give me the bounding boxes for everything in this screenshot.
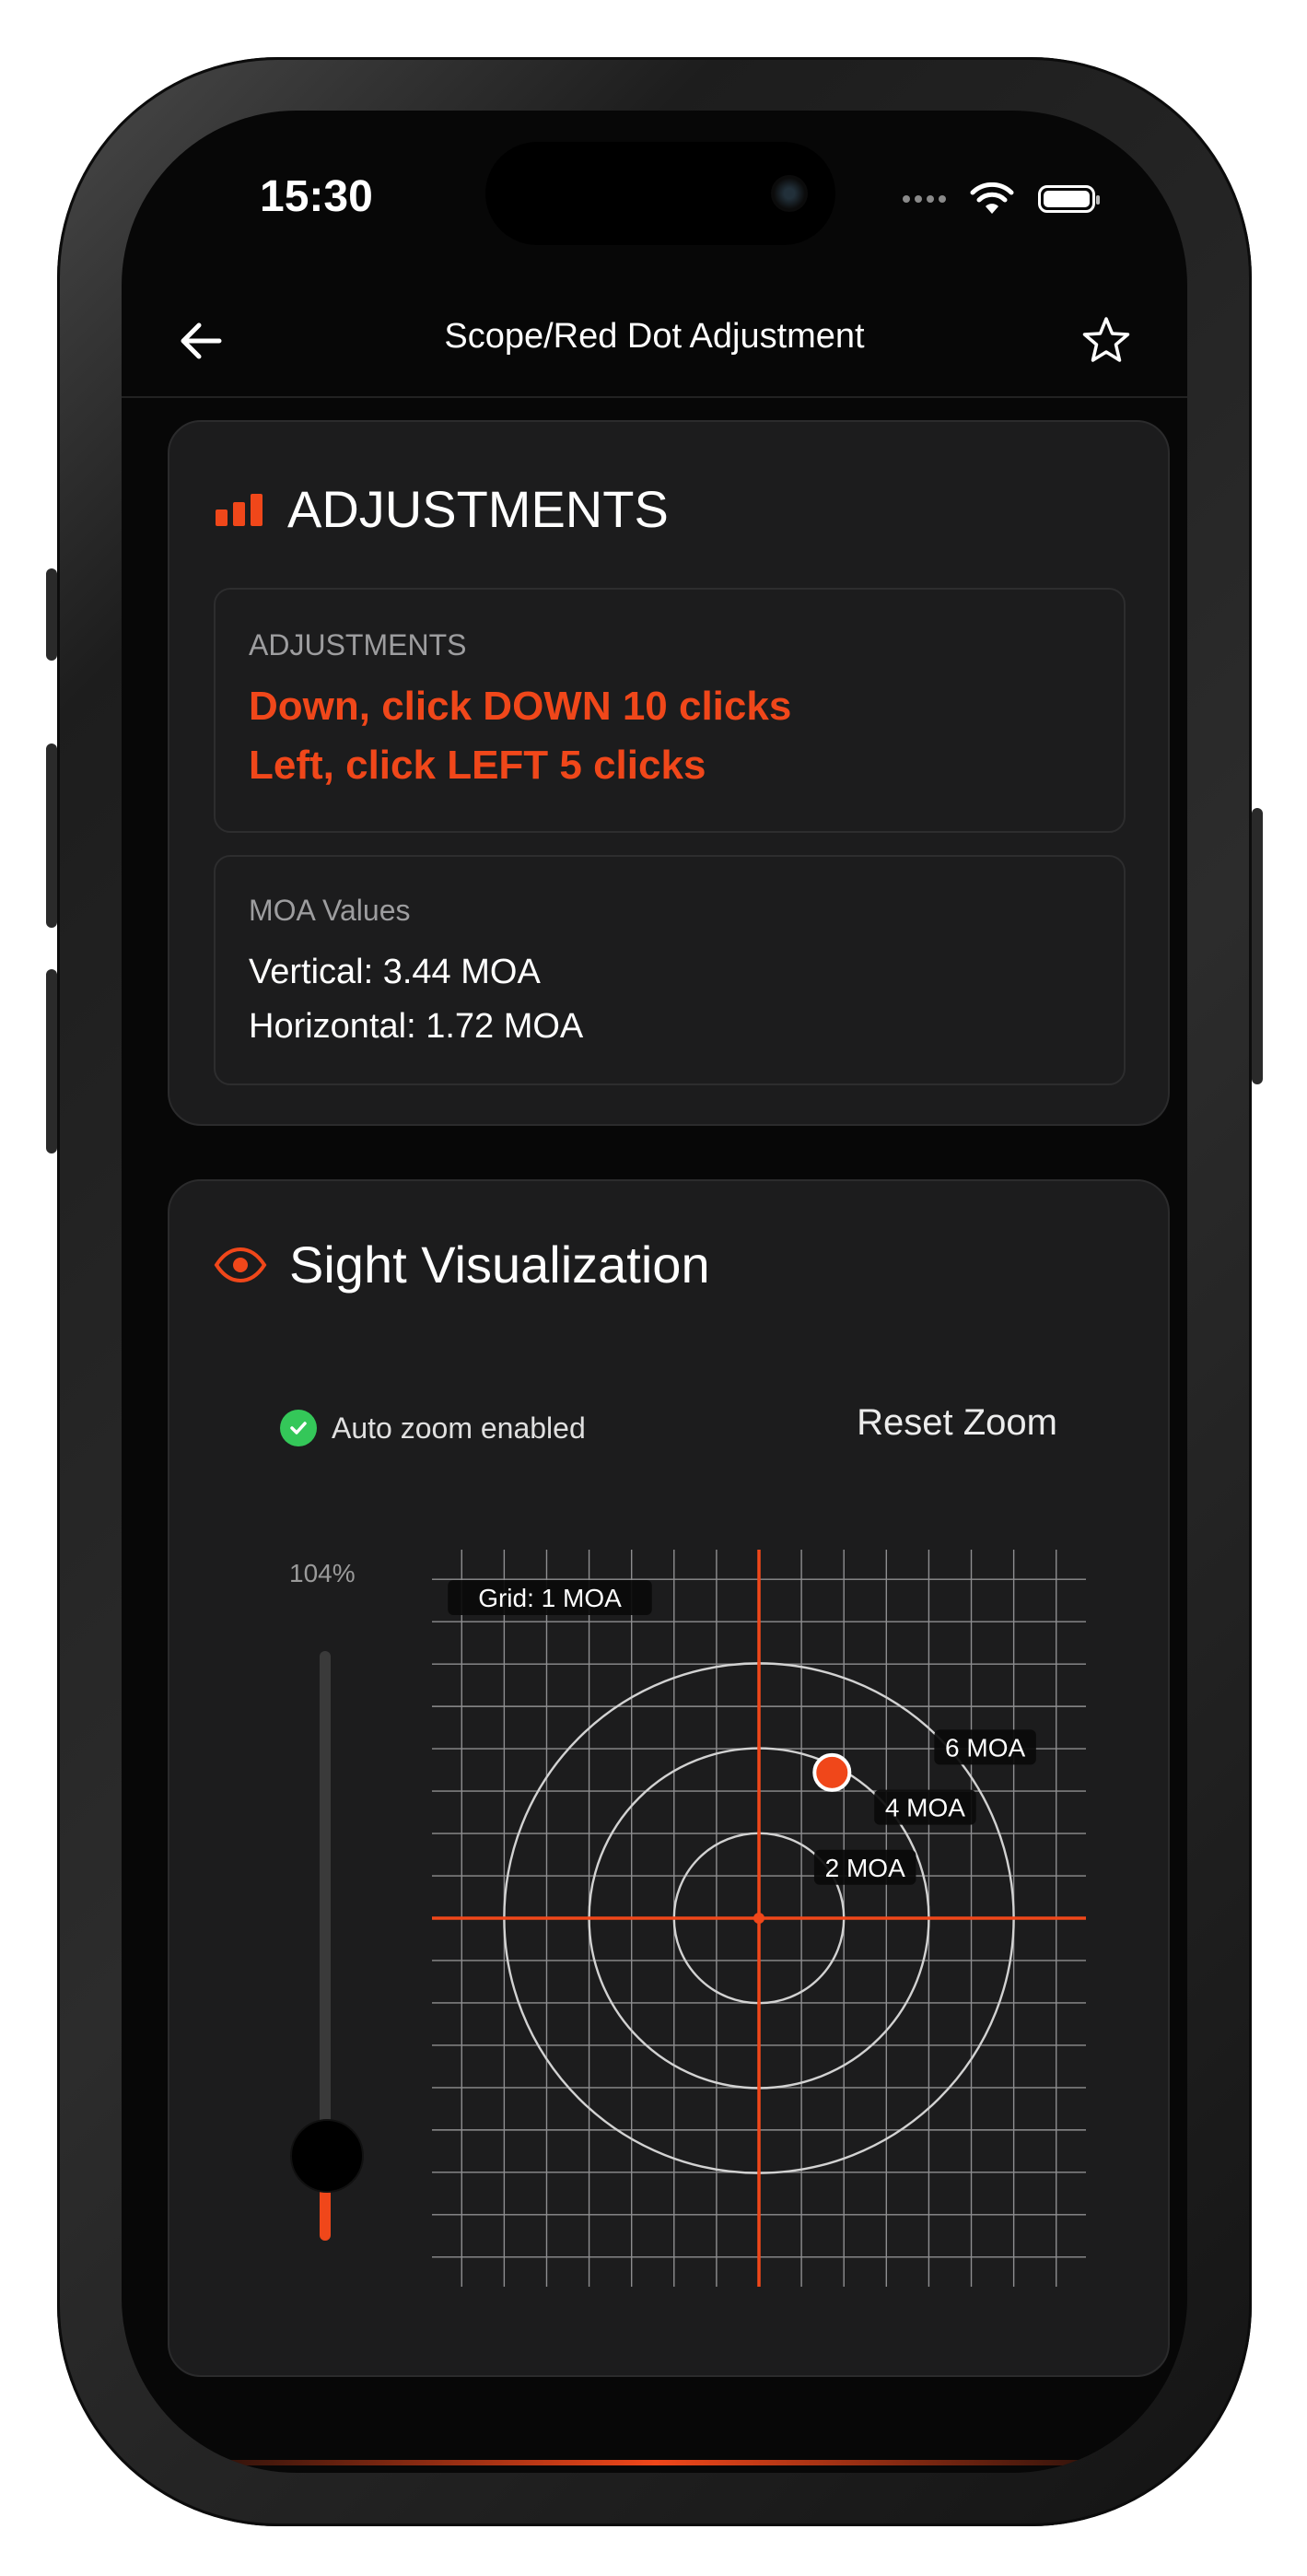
- zoom-percent-label: 104%: [289, 1559, 356, 1587]
- wifi-icon: [970, 182, 1014, 214]
- status-bar: 15:30: [122, 111, 1187, 295]
- impact-point-marker: [812, 1752, 852, 1792]
- eye-icon: [214, 1247, 267, 1282]
- status-icons: [903, 182, 1100, 216]
- reset-zoom-button[interactable]: Reset Zoom: [857, 1402, 1057, 1444]
- sight-title: Sight Visualization: [289, 1235, 710, 1294]
- grid-scale-label: Grid: 1 MOA: [478, 1584, 622, 1612]
- vertical-moa-text: Vertical: 3.44 MOA: [249, 953, 541, 991]
- sight-header: Sight Visualization: [214, 1235, 710, 1294]
- camera-icon: [771, 175, 808, 212]
- horizontal-moa-text: Horizontal: 1.72 MOA: [249, 1007, 584, 1046]
- dynamic-island: [485, 142, 835, 245]
- adjustments-label: ADJUSTMENTS: [249, 628, 467, 662]
- auto-zoom-label: Auto zoom enabled: [332, 1411, 586, 1445]
- volume-up-button: [46, 744, 57, 928]
- phone-frame: 15:30 Scope/Red Dot Adjustment ADJUSTMEN…: [46, 57, 1263, 2526]
- star-icon[interactable]: [1079, 313, 1134, 369]
- vertical-adjustment-text: Down, click DOWN 10 clicks: [249, 684, 792, 729]
- sight-visualization-card: Sight Visualization Auto zoom enabled Re…: [168, 1179, 1170, 2377]
- crosshair-center: [753, 1913, 764, 1924]
- moa-values-box: MOA Values Vertical: 3.44 MOA Horizontal…: [214, 855, 1126, 1085]
- moa-ring-label: 6 MOA: [945, 1733, 1025, 1762]
- signal-icon: [903, 195, 946, 203]
- screen: 15:30 Scope/Red Dot Adjustment ADJUSTMEN…: [122, 111, 1187, 2473]
- adjustments-header: ADJUSTMENTS: [214, 479, 669, 539]
- sight-grid-plot[interactable]: 2 MOA 4 MOA 6 MOA Grid: 1 MOA: [432, 1550, 1086, 2287]
- moa-ring-label: 2 MOA: [825, 1854, 905, 1882]
- adjustments-card: ADJUSTMENTS ADJUSTMENTS Down, click DOWN…: [168, 420, 1170, 1126]
- nav-bar: Scope/Red Dot Adjustment: [122, 295, 1187, 398]
- moa-ring-label: 4 MOA: [885, 1794, 965, 1822]
- adjustments-title: ADJUSTMENTS: [287, 480, 669, 538]
- auto-zoom-status: Auto zoom enabled: [280, 1410, 586, 1446]
- moa-values-label: MOA Values: [249, 894, 411, 927]
- checkmark-icon: [280, 1410, 317, 1446]
- horizontal-adjustment-text: Left, click LEFT 5 clicks: [249, 743, 706, 788]
- action-button: [46, 568, 57, 661]
- next-card-edge: [177, 2460, 1135, 2465]
- bar-chart-icon: [216, 493, 263, 526]
- power-button: [1252, 808, 1263, 1084]
- adjustment-instructions-box: ADJUSTMENTS Down, click DOWN 10 clicks L…: [214, 588, 1126, 833]
- page-title: Scope/Red Dot Adjustment: [444, 317, 865, 356]
- volume-down-button: [46, 969, 57, 1153]
- status-time: 15:30: [260, 172, 373, 221]
- battery-icon: [1038, 185, 1100, 213]
- zoom-slider-thumb[interactable]: [290, 2119, 364, 2193]
